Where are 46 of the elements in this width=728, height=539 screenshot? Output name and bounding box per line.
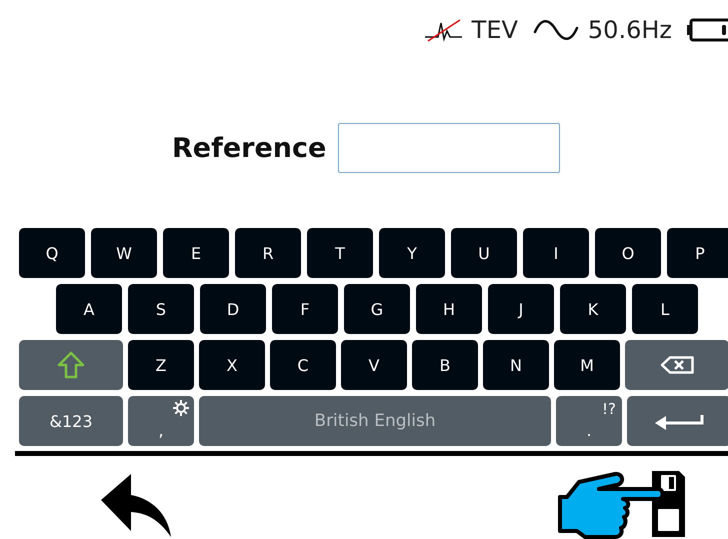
comma-key[interactable]: , [128, 396, 194, 446]
frequency-reading: 50.6Hz [588, 16, 672, 44]
back-arrow-icon [98, 473, 174, 537]
letter-key[interactable]: F [272, 284, 338, 334]
letter-key[interactable]: W [91, 228, 157, 278]
letter-key[interactable]: Y [379, 228, 445, 278]
backspace-key[interactable] [625, 340, 728, 390]
key-hint: !? [602, 400, 616, 418]
letter-key[interactable]: L [632, 284, 698, 334]
letter-key[interactable]: C [270, 340, 336, 390]
reference-label: Reference [172, 132, 326, 164]
letter-key[interactable]: E [163, 228, 229, 278]
letter-key[interactable]: M [554, 340, 620, 390]
letter-key[interactable]: G [344, 284, 410, 334]
back-button[interactable] [98, 473, 174, 537]
period-key[interactable]: . !? [556, 396, 622, 446]
letter-key[interactable]: H [416, 284, 482, 334]
letter-key[interactable]: N [483, 340, 549, 390]
gear-icon [172, 399, 190, 417]
letter-key[interactable]: U [451, 228, 517, 278]
pulse-crossed-icon [424, 17, 464, 43]
symbols-key[interactable]: &123 [19, 396, 123, 446]
tev-label: TEV [472, 16, 518, 44]
space-key[interactable]: British English [199, 396, 551, 446]
shift-key[interactable] [19, 340, 123, 390]
letter-key[interactable]: Z [128, 340, 194, 390]
letter-key[interactable]: R [235, 228, 301, 278]
letter-key[interactable]: Q [19, 228, 85, 278]
letter-key[interactable]: P [667, 228, 728, 278]
letter-key[interactable]: T [307, 228, 373, 278]
letter-key[interactable]: I [523, 228, 589, 278]
letter-key[interactable]: D [200, 284, 266, 334]
letter-key[interactable]: X [199, 340, 265, 390]
letter-key[interactable]: J [488, 284, 554, 334]
reference-field[interactable] [338, 123, 560, 173]
letter-key[interactable]: B [412, 340, 478, 390]
letter-key[interactable]: S [128, 284, 194, 334]
battery-icon [686, 17, 728, 43]
letter-key[interactable]: A [56, 284, 122, 334]
shift-arrow-icon [57, 351, 85, 379]
sine-wave-icon [532, 18, 580, 42]
letter-key[interactable]: O [595, 228, 661, 278]
letter-key[interactable]: V [341, 340, 407, 390]
letter-key[interactable]: K [560, 284, 626, 334]
enter-key[interactable] [627, 396, 728, 446]
backspace-icon [660, 356, 694, 374]
